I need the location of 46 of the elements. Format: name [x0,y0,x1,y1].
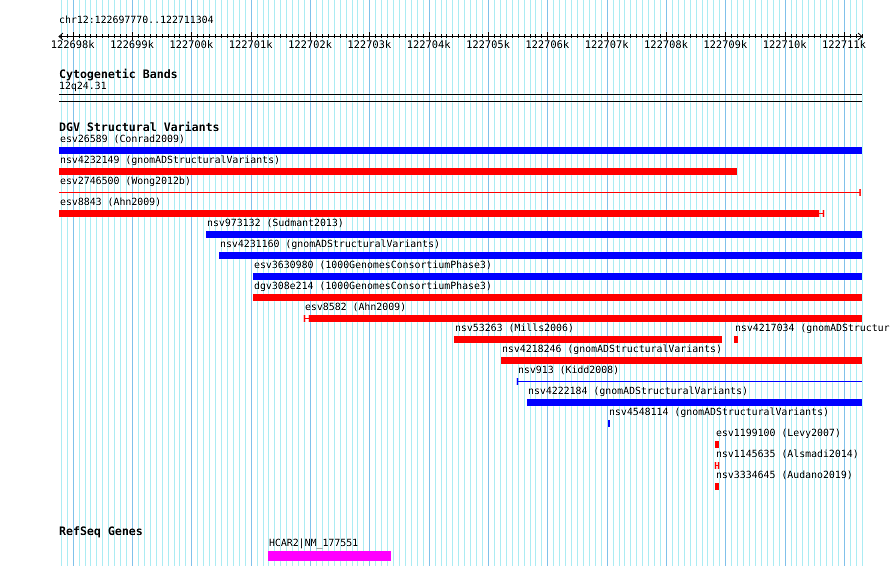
ruler-label: 122702k [288,39,332,51]
gene-label: HCAR2|NM_177551 [268,538,358,550]
variant-bar[interactable] [714,483,719,490]
variant-label: nsv4222184 (gnomADStructuralVariants) [528,386,748,398]
variant-label: esv2746500 (Wong2012b) [60,176,191,188]
location-label: chr12:122697770..122711304 [59,15,214,27]
ruler-label: 122708k [644,39,688,51]
ruler-label: 122710k [762,39,807,51]
variant-label: nsv3334645 (Audano2019) [716,470,853,482]
ruler-label: 122703k [347,39,392,51]
ruler-label: 122709k [703,39,748,51]
variant-label: nsv4231160 (gnomADStructuralVariants) [220,239,440,251]
ruler-label: 122707k [584,39,629,51]
variant-label: esv1199100 (Levy2007) [716,428,841,440]
variant-label: dgv308e214 (1000GenomesConsortiumPhase3) [254,281,492,293]
variant-bar[interactable] [608,420,610,427]
variant-bar[interactable] [59,189,861,196]
variant-label: esv3630980 (1000GenomesConsortiumPhase3) [254,260,492,272]
ruler-label: 122699k [110,39,154,51]
variant-bar[interactable] [714,462,719,469]
variant-label: nsv4548114 (gnomADStructuralVariants) [608,407,829,419]
ruler-label: 122706k [525,39,570,51]
ruler-label: 122698k [50,39,95,51]
variant-label: nsv4217034 (gnomADStructur [734,323,890,335]
ruler-label: 122701k [228,39,273,51]
variant-label: esv8843 (Ahn2009) [60,197,162,209]
variant-bar[interactable] [714,441,719,448]
variant-label: nsv1145635 (Alsmadi2014) [716,449,859,461]
track-title: Cytogenetic Bands [59,68,178,81]
ruler-label: 122705k [466,39,510,51]
variant-label: nsv973132 (Sudmant2013) [207,218,344,230]
variant-label: nsv53263 (Mills2006) [454,323,574,335]
ruler-label: 122704k [406,39,451,51]
variant-label: esv8582 (Ahn2009) [304,302,406,314]
variant-label: nsv913 (Kidd2008) [518,365,620,377]
variant-bar[interactable] [516,378,862,385]
variant-label: nsv4218246 (gnomADStructuralVariants) [502,344,722,356]
variant-bar[interactable] [818,210,824,217]
band-label: 12q24.31 [59,81,107,93]
variant-bar[interactable] [734,336,738,343]
track-title: RefSeq Genes [59,525,143,538]
track-title: DGV Structural Variants [59,121,220,134]
ruler-label: 122711k [822,39,866,51]
ruler-label: 122700k [169,39,214,51]
variant-label: esv26589 (Conrad2009) [60,134,185,146]
variant-label: nsv4232149 (gnomADStructuralVariants) [60,155,280,167]
